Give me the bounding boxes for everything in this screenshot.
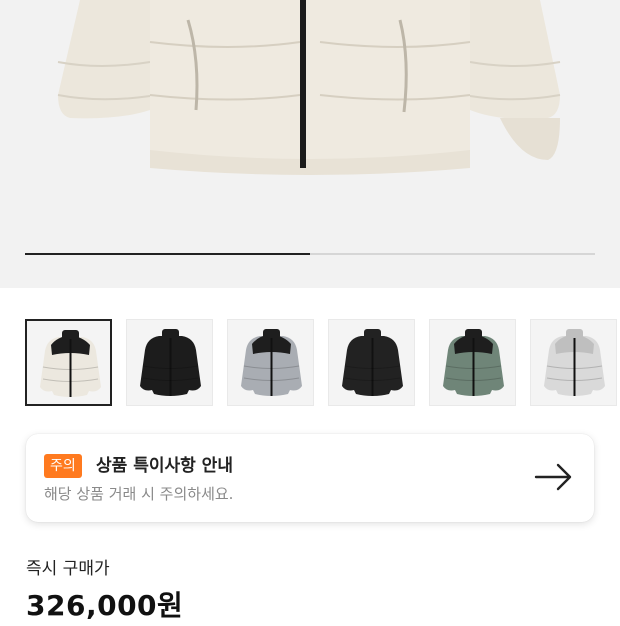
jacket-thumbnail-icon [241, 329, 302, 396]
thumb-black-gloss[interactable] [126, 319, 213, 406]
jacket-thumbnail-icon [40, 330, 101, 397]
gallery-progress-fill [25, 253, 310, 255]
jacket-thumbnail-icon [544, 329, 605, 396]
notice-subtitle: 해당 상품 거래 시 주의하세요. [44, 485, 234, 503]
jacket-thumbnail-icon [443, 329, 504, 396]
jacket-thumbnail-icon [342, 329, 403, 396]
color-thumbnail-list [25, 319, 620, 409]
jacket-thumbnail-icon [140, 329, 201, 396]
thumb-white-camo[interactable] [530, 319, 617, 406]
instant-buy-price-label: 즉시 구매가 [26, 559, 110, 579]
thumb-grey-black[interactable] [227, 319, 314, 406]
thumb-ivory-black[interactable] [25, 319, 112, 406]
jacket-image [57, 0, 561, 175]
gallery-progress-bar [25, 253, 595, 255]
product-hero-image[interactable] [0, 0, 620, 288]
product-notice-card[interactable]: 주의 상품 특이사항 안내 해당 상품 거래 시 주의하세요. [26, 434, 594, 522]
instant-buy-price: 326,000원 [26, 589, 184, 622]
thumb-green-black[interactable] [429, 319, 516, 406]
arrow-right-icon[interactable] [534, 459, 574, 495]
notice-title: 상품 특이사항 안내 [96, 456, 233, 476]
caution-badge: 주의 [44, 454, 82, 478]
thumb-black-matte[interactable] [328, 319, 415, 406]
